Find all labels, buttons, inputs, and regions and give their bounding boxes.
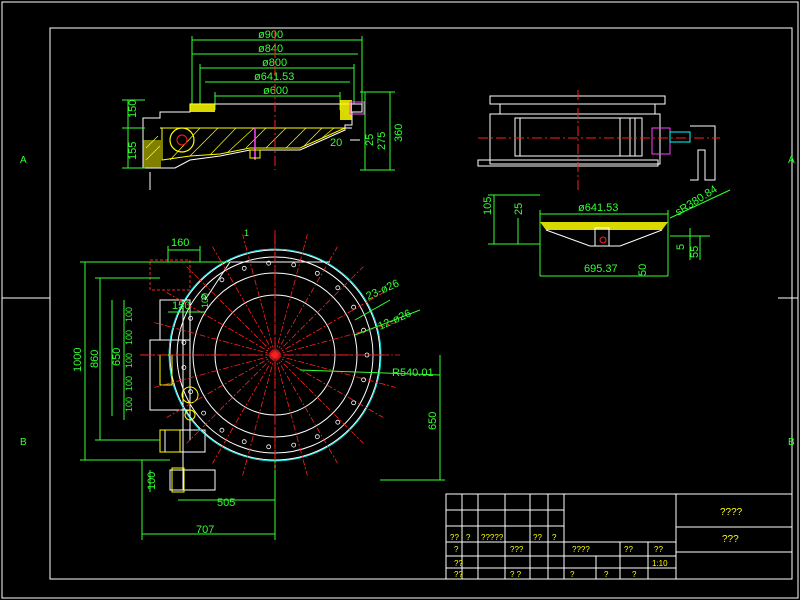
bolt-hole xyxy=(241,265,247,271)
dim-h650-left: 650 xyxy=(111,348,123,366)
radial-centerline xyxy=(212,354,276,464)
tb-cell-13: ?? xyxy=(454,570,463,579)
dim-d641-detail: ø641.53 xyxy=(578,202,618,214)
bolt-hole xyxy=(335,419,341,425)
zone-label-right-a: A xyxy=(788,155,795,166)
disc-profile xyxy=(540,222,668,230)
front-section-view: ø900 ø840 ø800 ø641.53 ø600 xyxy=(122,29,405,190)
bolt-hole xyxy=(188,315,194,321)
tb-cell-4: ?? xyxy=(533,533,542,542)
hatch-seat xyxy=(190,104,215,112)
shaft-circle xyxy=(169,127,195,153)
dim-h50: 50 xyxy=(637,264,649,276)
drawing-frame xyxy=(49,27,793,580)
sheet-border xyxy=(1,1,799,599)
bolt-hole xyxy=(314,434,320,440)
bolt-hole xyxy=(219,277,225,283)
dim-h155: 155 xyxy=(127,142,139,160)
dim-holes23: 23-ø26 xyxy=(364,278,401,303)
bolt-hole xyxy=(361,377,367,383)
dim-p100-2: 100 xyxy=(124,330,134,345)
dim-h860: 860 xyxy=(89,350,101,368)
title-drawing-no: ??? xyxy=(722,534,739,545)
dim-p100-5: 100 xyxy=(124,397,134,412)
bolt-hole xyxy=(219,427,225,433)
title-block: ???? ??? ?? ? ????? ?? ? ? ??? ???? ?? ?… xyxy=(445,493,793,580)
dim-p100-6: 100 xyxy=(200,293,210,308)
title-name: ???? xyxy=(720,507,743,518)
dim-h150: 150 xyxy=(127,100,139,118)
cad-drawing: A A B B ø900 ø840 ø800 ø641.53 ø600 xyxy=(1,1,799,599)
bolt-hole xyxy=(291,442,297,448)
tb-cell-10: ?? xyxy=(654,545,663,554)
dim-w695: 695.37 xyxy=(584,263,618,275)
bolt-hole xyxy=(335,285,341,291)
bolt-hole xyxy=(266,444,272,450)
bolt-hole xyxy=(291,262,297,268)
dim-h25: 25 xyxy=(364,134,376,146)
dim-w707: 707 xyxy=(196,524,214,536)
tb-cell-8: ???? xyxy=(572,545,590,554)
zone-label-left-b: B xyxy=(20,437,27,448)
tb-cell-1: ?? xyxy=(450,533,459,542)
item-label-1: 1 xyxy=(244,228,249,238)
dim-h5: 5 xyxy=(675,244,687,250)
dim-w150: 150 xyxy=(172,300,190,312)
plan-view: 160 150 1000 860 650 100 100 100 100 100… xyxy=(72,228,445,540)
bolt-hole xyxy=(241,439,247,445)
tb-cell-5: ? xyxy=(552,533,557,542)
dim-d900: ø900 xyxy=(258,29,283,41)
bolt-hole xyxy=(201,410,207,416)
dim-h100: 100 xyxy=(146,472,158,490)
bolt-hole xyxy=(188,389,194,395)
tb-cell-6: ? xyxy=(454,545,459,554)
tb-cell-scale: 1:10 xyxy=(652,559,668,568)
dim-p100-3: 100 xyxy=(124,353,134,368)
dim-h360: 360 xyxy=(393,124,405,142)
dim-h275: 275 xyxy=(376,132,388,150)
dim-h25-detail: 25 xyxy=(513,203,525,215)
dim-w160: 160 xyxy=(171,237,189,249)
dim-holes12: 12-ø26 xyxy=(376,308,413,333)
dim-h55: 55 xyxy=(689,246,701,258)
bolt-hole xyxy=(314,270,320,276)
tb-cell-15: ? xyxy=(570,570,575,579)
tb-cell-16: ? xyxy=(604,570,609,579)
dim-p100-4: 100 xyxy=(124,376,134,391)
zone-label-left-a: A xyxy=(20,155,27,166)
bolt-hole xyxy=(351,400,357,406)
dim-r540: R540.01 xyxy=(392,367,434,379)
dim-w505: 505 xyxy=(217,497,235,509)
dim-h105: 105 xyxy=(482,197,494,215)
bolt-hole xyxy=(351,304,357,310)
dim-d600: ø600 xyxy=(263,85,288,97)
dim-h20: 20 xyxy=(330,137,342,149)
tb-cell-14: ? ? xyxy=(510,570,522,579)
dim-p100-1: 100 xyxy=(124,307,134,322)
radial-centerline xyxy=(274,354,384,418)
dim-d840: ø840 xyxy=(258,43,283,55)
dim-d641: ø641.53 xyxy=(254,71,294,83)
radial-centerline xyxy=(274,292,384,356)
zone-label-right-b: B xyxy=(788,437,795,448)
dim-h1000: 1000 xyxy=(72,348,84,372)
disc-detail: 105 25 ø641.53 sR380.84 5 55 695.37 50 xyxy=(482,183,731,277)
tb-cell-7: ??? xyxy=(510,545,524,554)
tb-cell-12: ?? xyxy=(454,559,463,568)
tb-cell-9: ?? xyxy=(624,545,633,554)
tb-cell-3: ????? xyxy=(481,533,504,542)
tb-cell-17: ? xyxy=(632,570,637,579)
dim-v650: 650 xyxy=(427,412,439,430)
tb-cell-2: ? xyxy=(466,533,471,542)
dim-sr380: sR380.84 xyxy=(673,183,719,218)
